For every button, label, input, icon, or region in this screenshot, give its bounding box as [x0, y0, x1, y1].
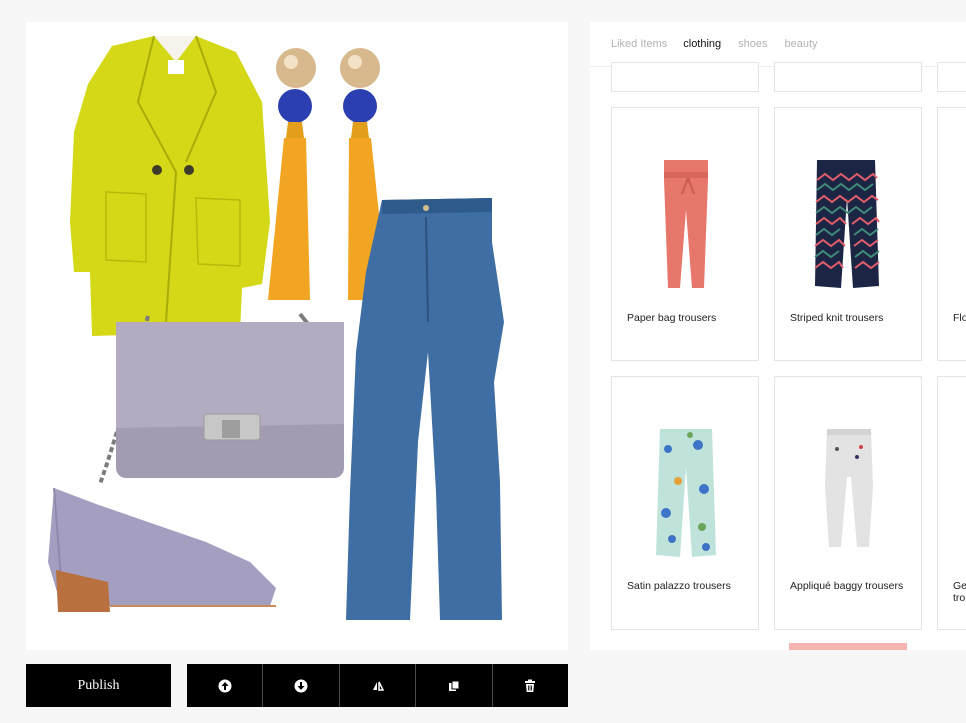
- delete-button[interactable]: [492, 664, 569, 707]
- flip-icon: [372, 681, 384, 691]
- product-card-partial[interactable]: [611, 62, 759, 92]
- duplicate-button[interactable]: [416, 664, 493, 707]
- trash-icon: [525, 679, 536, 692]
- product-image: [825, 429, 873, 547]
- send-backward-button[interactable]: [263, 664, 340, 707]
- collage-canvas[interactable]: [26, 22, 568, 650]
- product-name: Flo: [953, 312, 966, 324]
- flip-button[interactable]: [339, 664, 417, 707]
- product-card[interactable]: Paper bag trousers: [611, 107, 759, 361]
- product-name: Striped knit trousers: [790, 312, 884, 324]
- duplicate-icon: [448, 680, 460, 691]
- load-more-bar[interactable]: [789, 643, 907, 650]
- product-card[interactable]: Striped knit trousers: [774, 107, 922, 361]
- bring-forward-icon: [218, 679, 232, 692]
- canvas-item-shoe[interactable]: [48, 487, 276, 612]
- tab-liked-items[interactable]: Liked Items: [611, 38, 667, 50]
- publish-button[interactable]: Publish: [26, 664, 171, 707]
- canvas-item-coat[interactable]: [70, 35, 270, 336]
- product-card[interactable]: Satin palazzo trousers: [611, 376, 759, 630]
- tab-clothing[interactable]: clothing: [683, 38, 721, 50]
- product-card[interactable]: Appliqué baggy trousers: [774, 376, 922, 630]
- product-card[interactable]: Ge tro: [937, 376, 966, 630]
- category-tabs: Liked Items clothing shoes beauty: [590, 22, 966, 67]
- product-name: Appliqué baggy trousers: [790, 580, 904, 592]
- product-panel: Liked Items clothing shoes beauty Paper …: [590, 22, 966, 650]
- product-name: Paper bag trousers: [627, 312, 717, 324]
- send-backward-icon: [294, 679, 308, 692]
- tab-shoes[interactable]: shoes: [738, 38, 767, 50]
- product-image: [814, 160, 880, 288]
- product-image: [656, 429, 716, 557]
- canvas-item-jeans[interactable]: [346, 198, 504, 620]
- product-name: Ge tro: [953, 580, 966, 604]
- product-card[interactable]: Flo: [937, 107, 966, 361]
- canvas-item-bag[interactable]: [98, 312, 344, 485]
- tab-beauty[interactable]: beauty: [785, 38, 818, 50]
- canvas-toolbar: [187, 664, 569, 707]
- bring-forward-button[interactable]: [187, 664, 264, 707]
- product-image: [664, 160, 708, 288]
- product-card-partial[interactable]: [937, 62, 966, 92]
- product-name: Satin palazzo trousers: [627, 580, 731, 592]
- product-card-partial[interactable]: [774, 62, 922, 92]
